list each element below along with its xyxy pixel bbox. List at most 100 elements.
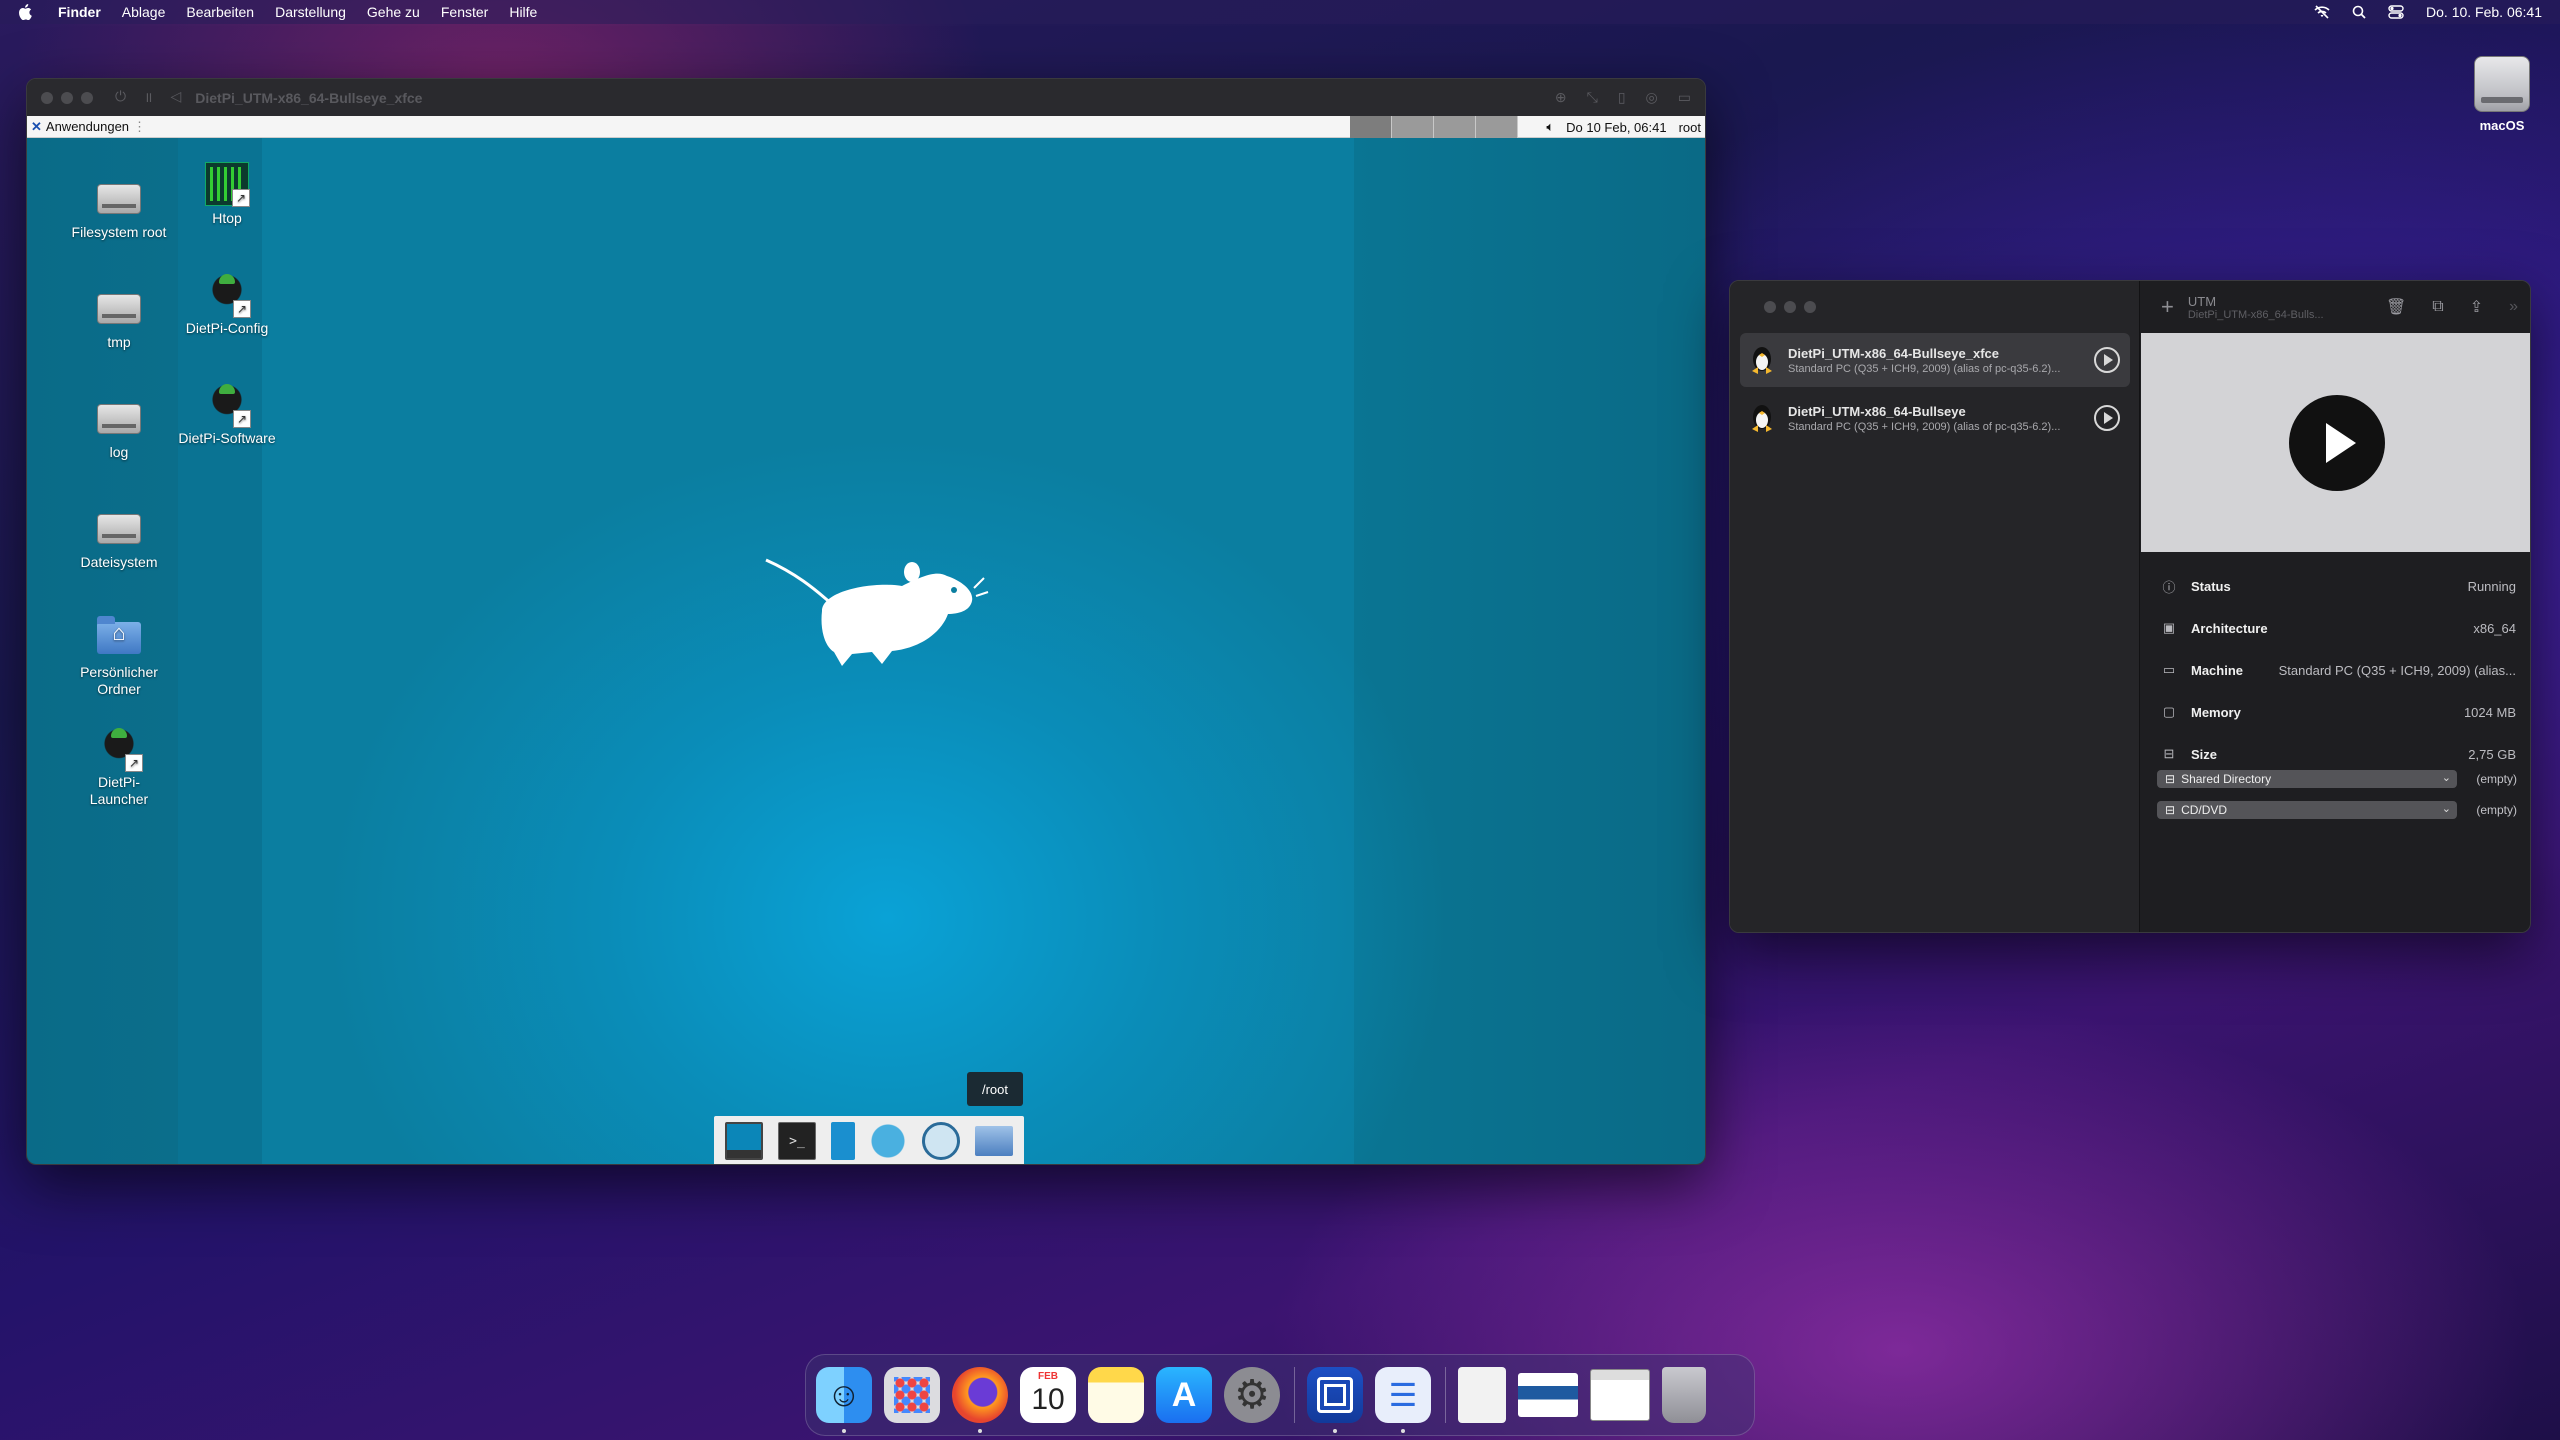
home-folder-icon xyxy=(97,616,141,654)
htop-icon xyxy=(205,162,250,207)
vm-list-item[interactable]: DietPi_UTM-x86_64-Bullseye_xfce Standard… xyxy=(1740,333,2130,387)
close-button[interactable] xyxy=(41,91,53,104)
menu-hilfe[interactable]: Hilfe xyxy=(509,4,537,20)
run-vm-button[interactable] xyxy=(2094,347,2120,373)
desktop-icon-htop[interactable]: Htop xyxy=(177,162,277,227)
desktop-icon-dietpi-software[interactable]: DietPi-Software xyxy=(177,382,277,447)
share-icon[interactable]: ⇪ xyxy=(2470,297,2483,317)
usb-icon[interactable]: ▯ xyxy=(1618,89,1626,106)
window-controls xyxy=(41,91,93,104)
zoom-button[interactable] xyxy=(1804,301,1816,313)
show-desktop-icon[interactable] xyxy=(725,1122,764,1160)
menu-darstellung[interactable]: Darstellung xyxy=(275,4,346,20)
minimize-button[interactable] xyxy=(61,91,73,104)
drive-image-icon[interactable]: ◎ xyxy=(1646,89,1658,106)
desktop-icon-tmp[interactable]: tmp xyxy=(69,286,169,351)
power-icon[interactable]: ⏻ xyxy=(115,88,126,107)
add-vm-icon[interactable]: + xyxy=(2161,294,2174,320)
desktop-icon-label: tmp xyxy=(107,334,131,350)
menu-app-name[interactable]: Finder xyxy=(58,4,101,20)
desktop-icon-home-folder[interactable]: Persönlicher Ordner xyxy=(69,616,169,698)
volume-icon[interactable]: 🔈︎ xyxy=(1546,119,1554,135)
info-row-memory: ▢ Memory 1024 MB xyxy=(2141,691,2530,733)
apple-menu-icon[interactable] xyxy=(18,3,38,21)
display-icon: ▭ xyxy=(2162,662,2176,677)
launchpad-icon[interactable] xyxy=(884,1367,940,1423)
spotlight-search-icon[interactable] xyxy=(2352,5,2366,19)
mouse-icon[interactable] xyxy=(830,1122,855,1160)
workspace-2[interactable] xyxy=(1392,116,1434,138)
cd-dvd-select[interactable]: ⊟ CD/DVD ⌄ xyxy=(2157,801,2457,819)
desktop-icon-dietpi-launcher[interactable]: DietPi-Launcher xyxy=(69,726,169,808)
vm-details-pane: + UTM DietPi_UTM-x86_64-Bulls... 🗑︎ ⧉ ⇪ … xyxy=(2141,281,2530,932)
wifi-off-icon[interactable] xyxy=(2314,5,2330,19)
app-store-icon[interactable] xyxy=(1156,1367,1212,1423)
menubar-clock[interactable]: Do. 10. Feb. 06:41 xyxy=(2426,4,2542,20)
minimize-button[interactable] xyxy=(1784,301,1796,313)
utm-icon[interactable] xyxy=(1307,1367,1363,1433)
zoom-button[interactable] xyxy=(81,91,93,104)
vm-window-titlebar[interactable]: ⏻ ॥ ◁ DietPi_UTM-x86_64-Bullseye_xfce ⊕ … xyxy=(27,79,1705,116)
more-chevrons-icon[interactable]: » xyxy=(2509,298,2518,316)
drive-icon: ⊟ xyxy=(2165,772,2176,786)
desktop-icon-log[interactable]: log xyxy=(69,396,169,461)
workspace-1[interactable] xyxy=(1350,116,1392,138)
raspberry-icon xyxy=(205,272,251,318)
windows-icon[interactable]: ▭ xyxy=(1678,89,1691,106)
applications-menu[interactable]: ✕ Anwendungen ⋮ xyxy=(31,119,146,135)
terminal-icon[interactable]: >_ xyxy=(777,1122,816,1160)
linux-tux-icon xyxy=(1748,345,1776,375)
web-browser-icon[interactable] xyxy=(869,1122,908,1160)
close-button[interactable] xyxy=(1764,301,1776,313)
workspace-switcher[interactable] xyxy=(1350,116,1518,138)
desktop-icon-label: DietPi-Config xyxy=(185,320,269,336)
files-app-icon[interactable] xyxy=(1375,1367,1431,1433)
notes-icon[interactable] xyxy=(1088,1367,1144,1423)
drive-icon xyxy=(97,294,141,324)
desktop-icon-dietpi-config[interactable]: DietPi-Config xyxy=(177,272,277,337)
screenshot-thumbnail-icon[interactable] xyxy=(1590,1369,1650,1421)
desktop-icon-label: Htop xyxy=(212,210,242,226)
vm-preview[interactable] xyxy=(2141,333,2530,552)
toolbar-title: UTM xyxy=(2187,293,2217,309)
calendar-icon[interactable]: FEB 10 xyxy=(1020,1367,1076,1423)
menu-bar: Finder Ablage Bearbeiten Darstellung Geh… xyxy=(0,0,2560,24)
resize-icon[interactable]: ⤡ xyxy=(1587,89,1598,106)
control-center-icon[interactable] xyxy=(2388,5,2404,19)
app-finder-search-icon[interactable] xyxy=(921,1122,960,1160)
file-manager-icon[interactable] xyxy=(974,1126,1013,1156)
desktop-icon-label: log xyxy=(109,444,129,460)
system-preferences-icon[interactable] xyxy=(1224,1367,1280,1423)
vm-list-item[interactable]: DietPi_UTM-x86_64-Bullseye Standard PC (… xyxy=(1740,391,2130,445)
running-indicator xyxy=(842,1429,846,1433)
running-indicator xyxy=(1333,1429,1337,1433)
big-play-button[interactable] xyxy=(2288,394,2385,491)
desktop-icon-label: Dateisystem xyxy=(80,554,158,570)
workspace-3[interactable] xyxy=(1434,116,1476,138)
panel-user[interactable]: root xyxy=(1679,120,1701,135)
document-icon[interactable] xyxy=(1458,1367,1506,1423)
clone-icon[interactable]: ⧉ xyxy=(2432,298,2443,316)
menu-gehe-zu[interactable]: Gehe zu xyxy=(367,4,420,20)
back-icon[interactable]: ◁ xyxy=(170,88,181,107)
desktop-icon-filesystem-root[interactable]: Filesystem root xyxy=(69,176,169,241)
menu-fenster[interactable]: Fenster xyxy=(441,4,488,20)
shared-directory-value: (empty) xyxy=(2476,772,2517,786)
capture-mouse-icon[interactable]: ⊕ xyxy=(1555,89,1567,106)
trash-icon[interactable] xyxy=(1662,1367,1706,1423)
desktop-disk-macos[interactable]: macOS xyxy=(2464,56,2540,133)
finder-icon[interactable] xyxy=(816,1367,872,1433)
run-vm-button[interactable] xyxy=(2094,405,2120,431)
drive-icon xyxy=(97,404,141,434)
trash-icon[interactable]: 🗑︎ xyxy=(2386,297,2406,317)
menu-bearbeiten[interactable]: Bearbeiten xyxy=(186,4,254,20)
info-row-status: ⓘ Status Running xyxy=(2141,565,2530,607)
screenshot-thumbnail-icon[interactable] xyxy=(1518,1373,1578,1417)
desktop-icon-dateisystem[interactable]: Dateisystem xyxy=(69,506,169,571)
menu-ablage[interactable]: Ablage xyxy=(122,4,166,20)
workspace-4[interactable] xyxy=(1476,116,1518,138)
panel-clock[interactable]: Do 10 Feb, 06:41 xyxy=(1566,120,1666,135)
pause-icon[interactable]: ॥ xyxy=(144,88,152,107)
shared-directory-select[interactable]: ⊟ Shared Directory ⌄ xyxy=(2157,770,2457,788)
firefox-icon[interactable] xyxy=(952,1367,1008,1433)
